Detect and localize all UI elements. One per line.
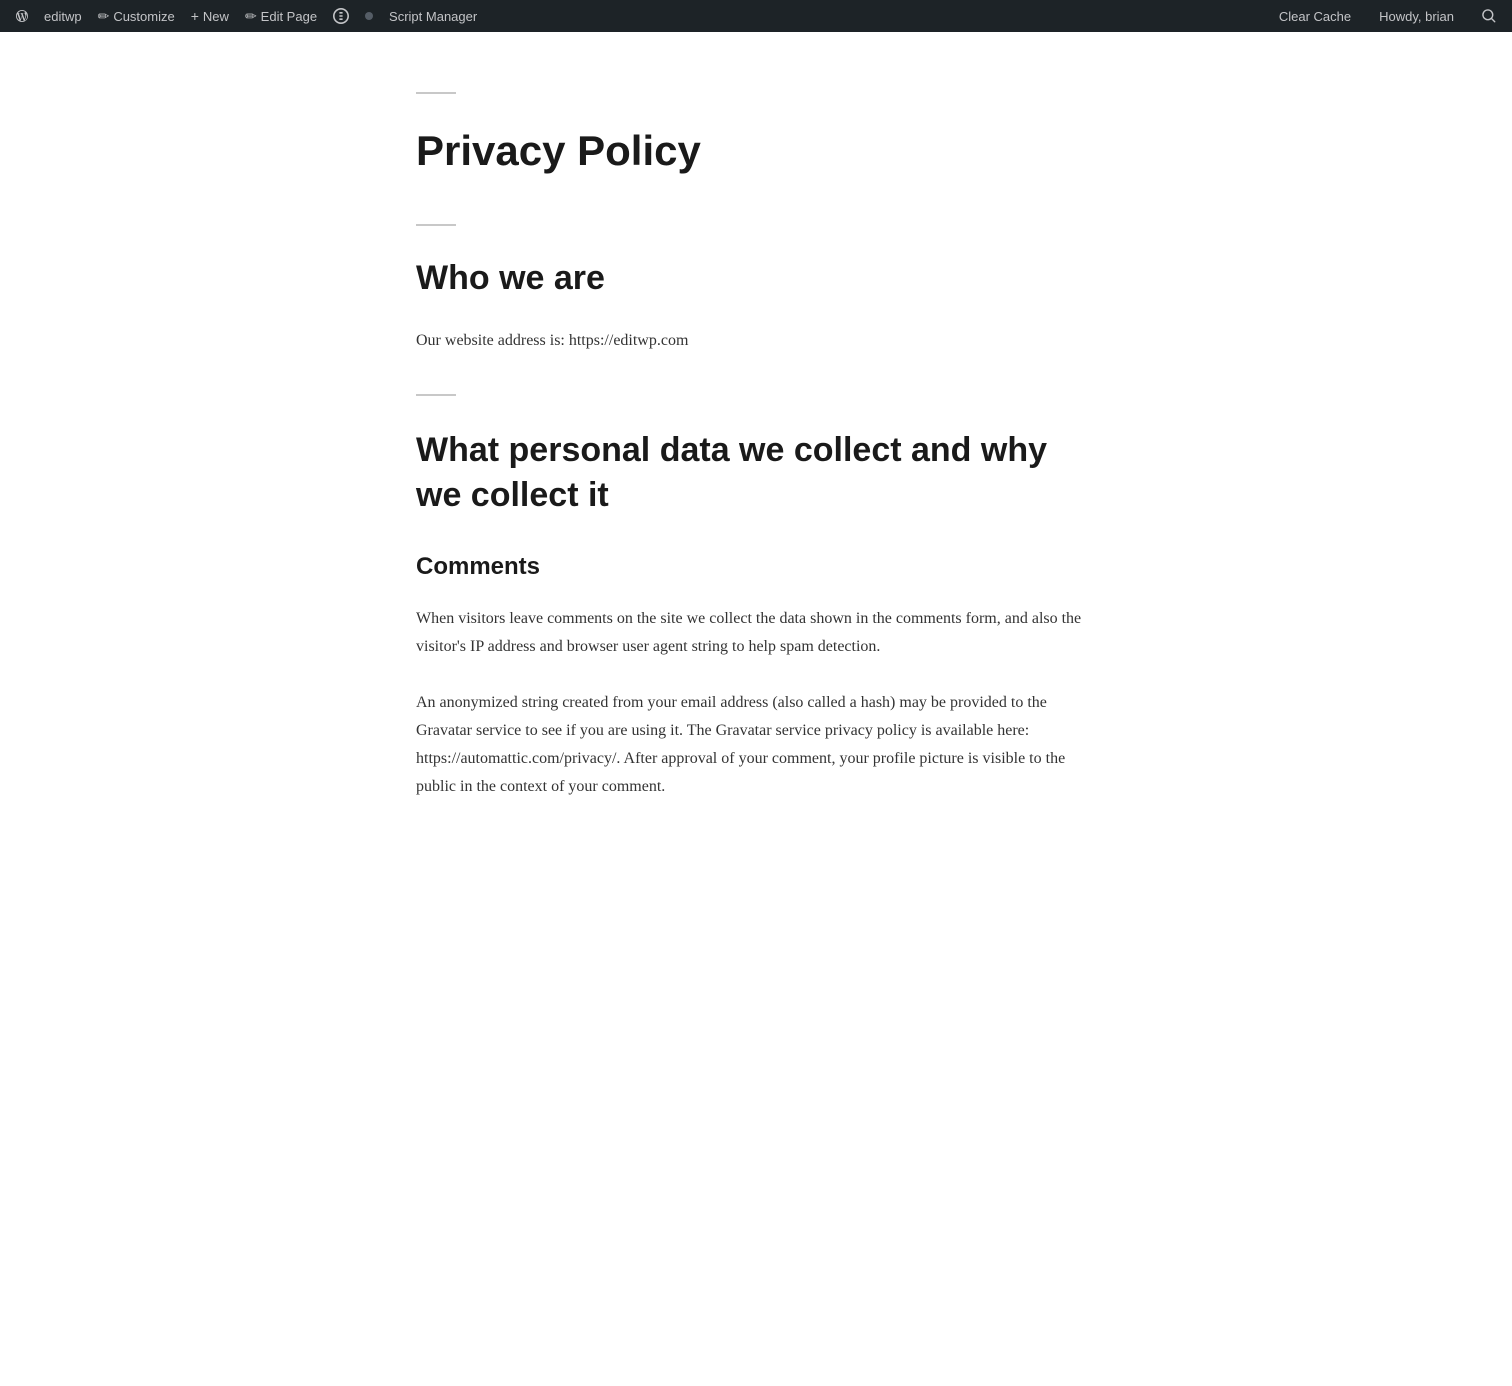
customize-icon: ✏ [98, 9, 110, 23]
page-content: Privacy Policy Who we are Our website ad… [376, 32, 1136, 909]
section-divider-1 [416, 224, 456, 226]
edit-page-icon: ✏ [245, 9, 257, 23]
subsection-comments-heading: Comments [416, 553, 1096, 581]
adminbar-script-manager[interactable]: Script Manager [381, 0, 485, 32]
adminbar-clear-cache[interactable]: Clear Cache [1271, 0, 1359, 32]
new-icon: + [191, 9, 199, 23]
adminbar-search-button[interactable] [1474, 0, 1504, 32]
section-personal-data-heading: What personal data we collect and why we… [416, 428, 1096, 516]
adminbar-yoast-icon[interactable] [325, 0, 357, 32]
adminbar-edit-page[interactable]: ✏ Edit Page [237, 0, 325, 32]
adminbar-customize[interactable]: ✏ Customize [90, 0, 183, 32]
website-address-text: Our website address is: https://editwp.c… [416, 327, 1096, 354]
adminbar-site-name[interactable]: editwp [36, 0, 90, 32]
page-title: Privacy Policy [416, 126, 1096, 176]
section-who-we-are-heading: Who we are [416, 258, 1096, 299]
adminbar-howdy[interactable]: Howdy, brian [1371, 0, 1462, 32]
adminbar-new[interactable]: + New [183, 0, 237, 32]
wp-logo-icon[interactable] [8, 2, 36, 30]
section-divider-2 [416, 394, 456, 396]
comments-paragraph-2: An anonymized string created from your e… [416, 689, 1096, 801]
admin-bar: editwp ✏ Customize + New ✏ Edit Page [0, 0, 1512, 32]
adminbar-status-dot[interactable] [357, 0, 381, 32]
comments-paragraph-1: When visitors leave comments on the site… [416, 605, 1096, 661]
top-divider [416, 92, 456, 94]
status-dot-icon [365, 12, 373, 20]
